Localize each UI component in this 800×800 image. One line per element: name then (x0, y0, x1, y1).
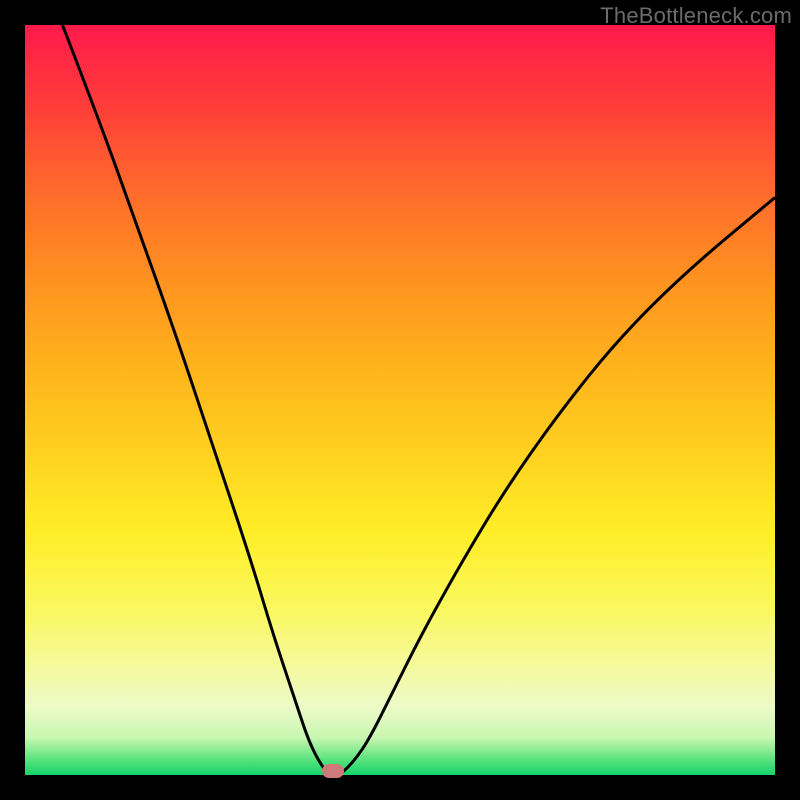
curve-svg (25, 25, 775, 775)
plot-area (25, 25, 775, 775)
chart-frame: TheBottleneck.com (0, 0, 800, 800)
optimal-point-marker (322, 764, 344, 778)
bottleneck-curve-line (63, 25, 776, 775)
